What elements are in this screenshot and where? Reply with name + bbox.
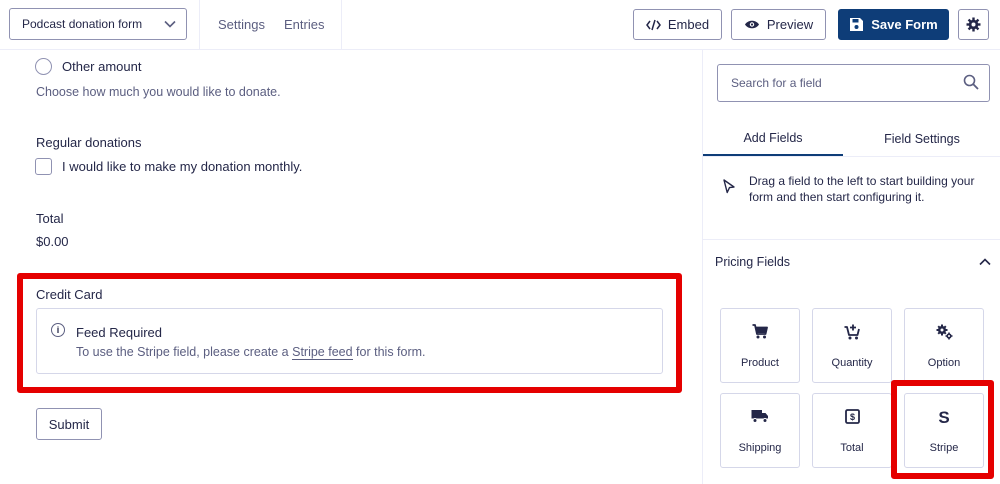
other-amount-label: Other amount	[62, 59, 142, 74]
cart-plus-icon	[813, 324, 891, 340]
dollar-box-icon: $	[813, 409, 891, 424]
field-tile-total[interactable]: $ Total	[812, 393, 892, 468]
tab-field-settings[interactable]: Field Settings	[843, 122, 1000, 156]
sidebar-tabs: Add Fields Field Settings	[703, 122, 1000, 157]
floppy-disk-icon	[849, 17, 864, 32]
search-icon	[963, 74, 979, 93]
chevron-down-icon	[164, 17, 176, 31]
submit-button[interactable]: Submit	[36, 408, 102, 440]
field-tile-label: Stripe	[929, 442, 959, 454]
notice-text-before: To use the Stripe field, please create a	[76, 345, 293, 359]
info-icon: i	[51, 323, 65, 337]
truck-icon	[721, 409, 799, 423]
field-tile-shipping[interactable]: Shipping	[720, 393, 800, 468]
drag-hint-text: Drag a field to the left to start buildi…	[749, 174, 975, 204]
monthly-donation-checkbox[interactable]	[35, 158, 52, 175]
field-tile-option[interactable]: Option	[904, 308, 984, 383]
pricing-fields-title: Pricing Fields	[715, 255, 791, 269]
embed-button[interactable]: Embed	[633, 9, 722, 40]
svg-text:S: S	[938, 409, 949, 425]
code-icon	[645, 19, 661, 31]
entries-link[interactable]: Entries	[284, 17, 324, 32]
field-tile-quantity[interactable]: Quantity	[812, 308, 892, 383]
preview-button-label: Preview	[766, 17, 814, 32]
cart-icon	[721, 324, 799, 339]
save-form-button-label: Save Form	[871, 17, 938, 32]
form-canvas: Other amount Choose how much you would l…	[0, 50, 702, 484]
field-tile-label: Quantity	[831, 357, 873, 369]
gear-icon	[966, 17, 981, 32]
field-tile-label: Option	[927, 357, 961, 369]
divider	[341, 0, 342, 50]
save-form-button[interactable]: Save Form	[838, 9, 949, 40]
field-tile-label: Shipping	[738, 442, 782, 454]
total-label: Total	[36, 211, 64, 226]
notice-text-after: for this form.	[352, 345, 426, 359]
drag-hint: Drag a field to the left to start buildi…	[703, 157, 1000, 240]
monthly-donation-option[interactable]: I would like to make my donation monthly…	[35, 158, 302, 175]
preview-button[interactable]: Preview	[731, 9, 826, 40]
chevron-up-icon	[979, 255, 991, 269]
divider	[199, 0, 200, 50]
gears-icon	[905, 324, 983, 340]
field-tile-label: Total	[840, 442, 864, 454]
other-amount-option[interactable]: Other amount	[35, 58, 142, 75]
cursor-arrow-icon	[723, 179, 735, 197]
notice-title: Feed Required	[76, 325, 162, 340]
stripe-icon: S	[905, 409, 983, 425]
eye-icon	[744, 19, 760, 30]
field-tile-label: Product	[741, 357, 779, 369]
field-search-input[interactable]	[731, 76, 963, 90]
monthly-donation-label: I would like to make my donation monthly…	[62, 159, 303, 174]
stripe-feed-link[interactable]: Stripe feed	[292, 345, 353, 360]
field-tile-product[interactable]: Product	[720, 308, 800, 383]
form-switcher[interactable]: Podcast donation form	[9, 8, 187, 40]
regular-donations-label: Regular donations	[36, 135, 142, 150]
form-switcher-label: Podcast donation form	[22, 17, 143, 31]
top-bar: Podcast donation form Settings Entries E…	[0, 0, 1000, 50]
feed-required-notice: i Feed Required To use the Stripe field,…	[36, 308, 663, 374]
field-search[interactable]	[717, 64, 990, 102]
credit-card-label: Credit Card	[36, 287, 103, 302]
field-tile-stripe[interactable]: S Stripe	[904, 393, 984, 468]
pricing-fields-header[interactable]: Pricing Fields	[715, 255, 991, 269]
other-amount-radio[interactable]	[35, 58, 52, 75]
svg-text:$: $	[849, 412, 854, 422]
settings-link[interactable]: Settings	[218, 17, 265, 32]
notice-message: To use the Stripe field, please create a…	[76, 345, 426, 360]
settings-gear-button[interactable]	[958, 9, 989, 40]
donation-description: Choose how much you would like to donate…	[36, 85, 281, 99]
field-sidebar: Add Fields Field Settings Drag a field t…	[702, 50, 1000, 484]
embed-button-label: Embed	[667, 17, 710, 32]
total-value: $0.00	[36, 234, 69, 249]
tab-add-fields[interactable]: Add Fields	[703, 122, 843, 156]
